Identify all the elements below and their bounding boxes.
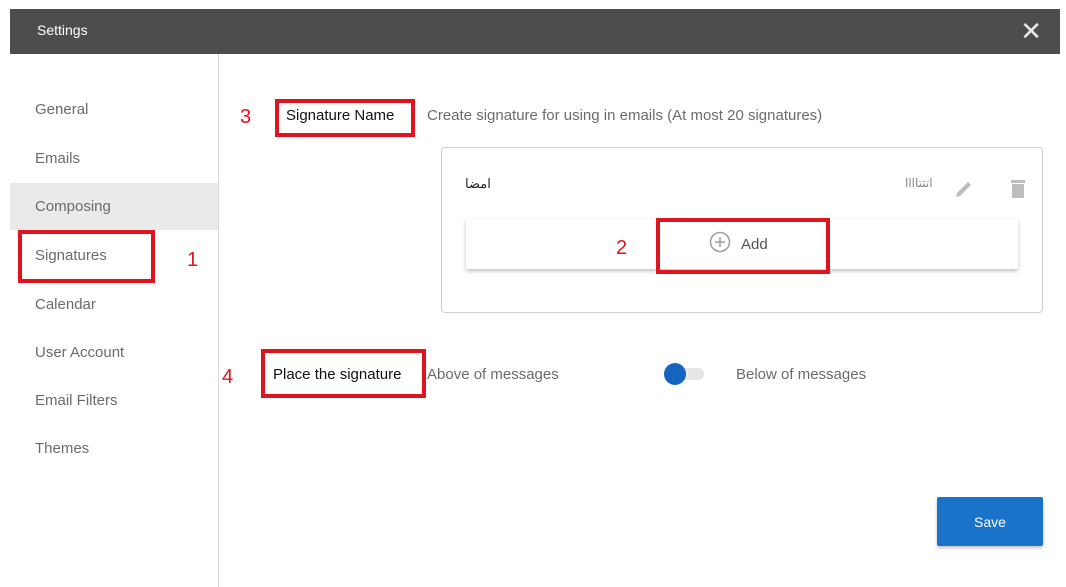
annotation-number-2: 2 (616, 237, 628, 259)
sidebar-item-user-account[interactable]: User Account (10, 329, 218, 376)
option-below-messages[interactable]: Below of messages (736, 366, 866, 383)
annotation-box-add (656, 218, 830, 274)
annotation-box-signatures (18, 230, 155, 283)
sidebar-item-general[interactable]: General (10, 86, 218, 133)
settings-titlebar: Settings ✕ (10, 9, 1060, 54)
sidebar-divider (218, 54, 219, 587)
signature-description: Create signature for using in emails (At… (427, 107, 823, 124)
save-button[interactable]: Save (937, 497, 1043, 546)
place-signature-label: Place the signature (273, 366, 402, 383)
sidebar-item-email-filters[interactable]: Email Filters (10, 377, 218, 424)
option-above-messages[interactable]: Above of messages (427, 366, 559, 383)
signature-name-label: Signature Name (286, 107, 395, 124)
annotation-number-3: 3 (240, 106, 252, 128)
placement-toggle[interactable] (664, 363, 706, 385)
sidebar-item-composing[interactable]: Composing (10, 183, 218, 230)
signature-item-name: امضا (465, 176, 491, 191)
pencil-icon[interactable] (953, 178, 975, 200)
dialog-title: Settings (37, 22, 88, 38)
trash-icon[interactable] (1008, 178, 1028, 200)
annotation-number-1: 1 (187, 249, 199, 271)
settings-sidebar: General Emails Composing Signatures Cale… (10, 54, 218, 587)
toggle-knob (664, 363, 686, 385)
sidebar-item-emails[interactable]: Emails (10, 135, 218, 182)
sidebar-item-themes[interactable]: Themes (10, 425, 218, 472)
close-icon[interactable]: ✕ (1020, 16, 1042, 46)
annotation-number-4: 4 (222, 366, 234, 388)
signature-item-text: اتتتاااا (905, 176, 933, 190)
sidebar-item-calendar[interactable]: Calendar (10, 281, 218, 328)
